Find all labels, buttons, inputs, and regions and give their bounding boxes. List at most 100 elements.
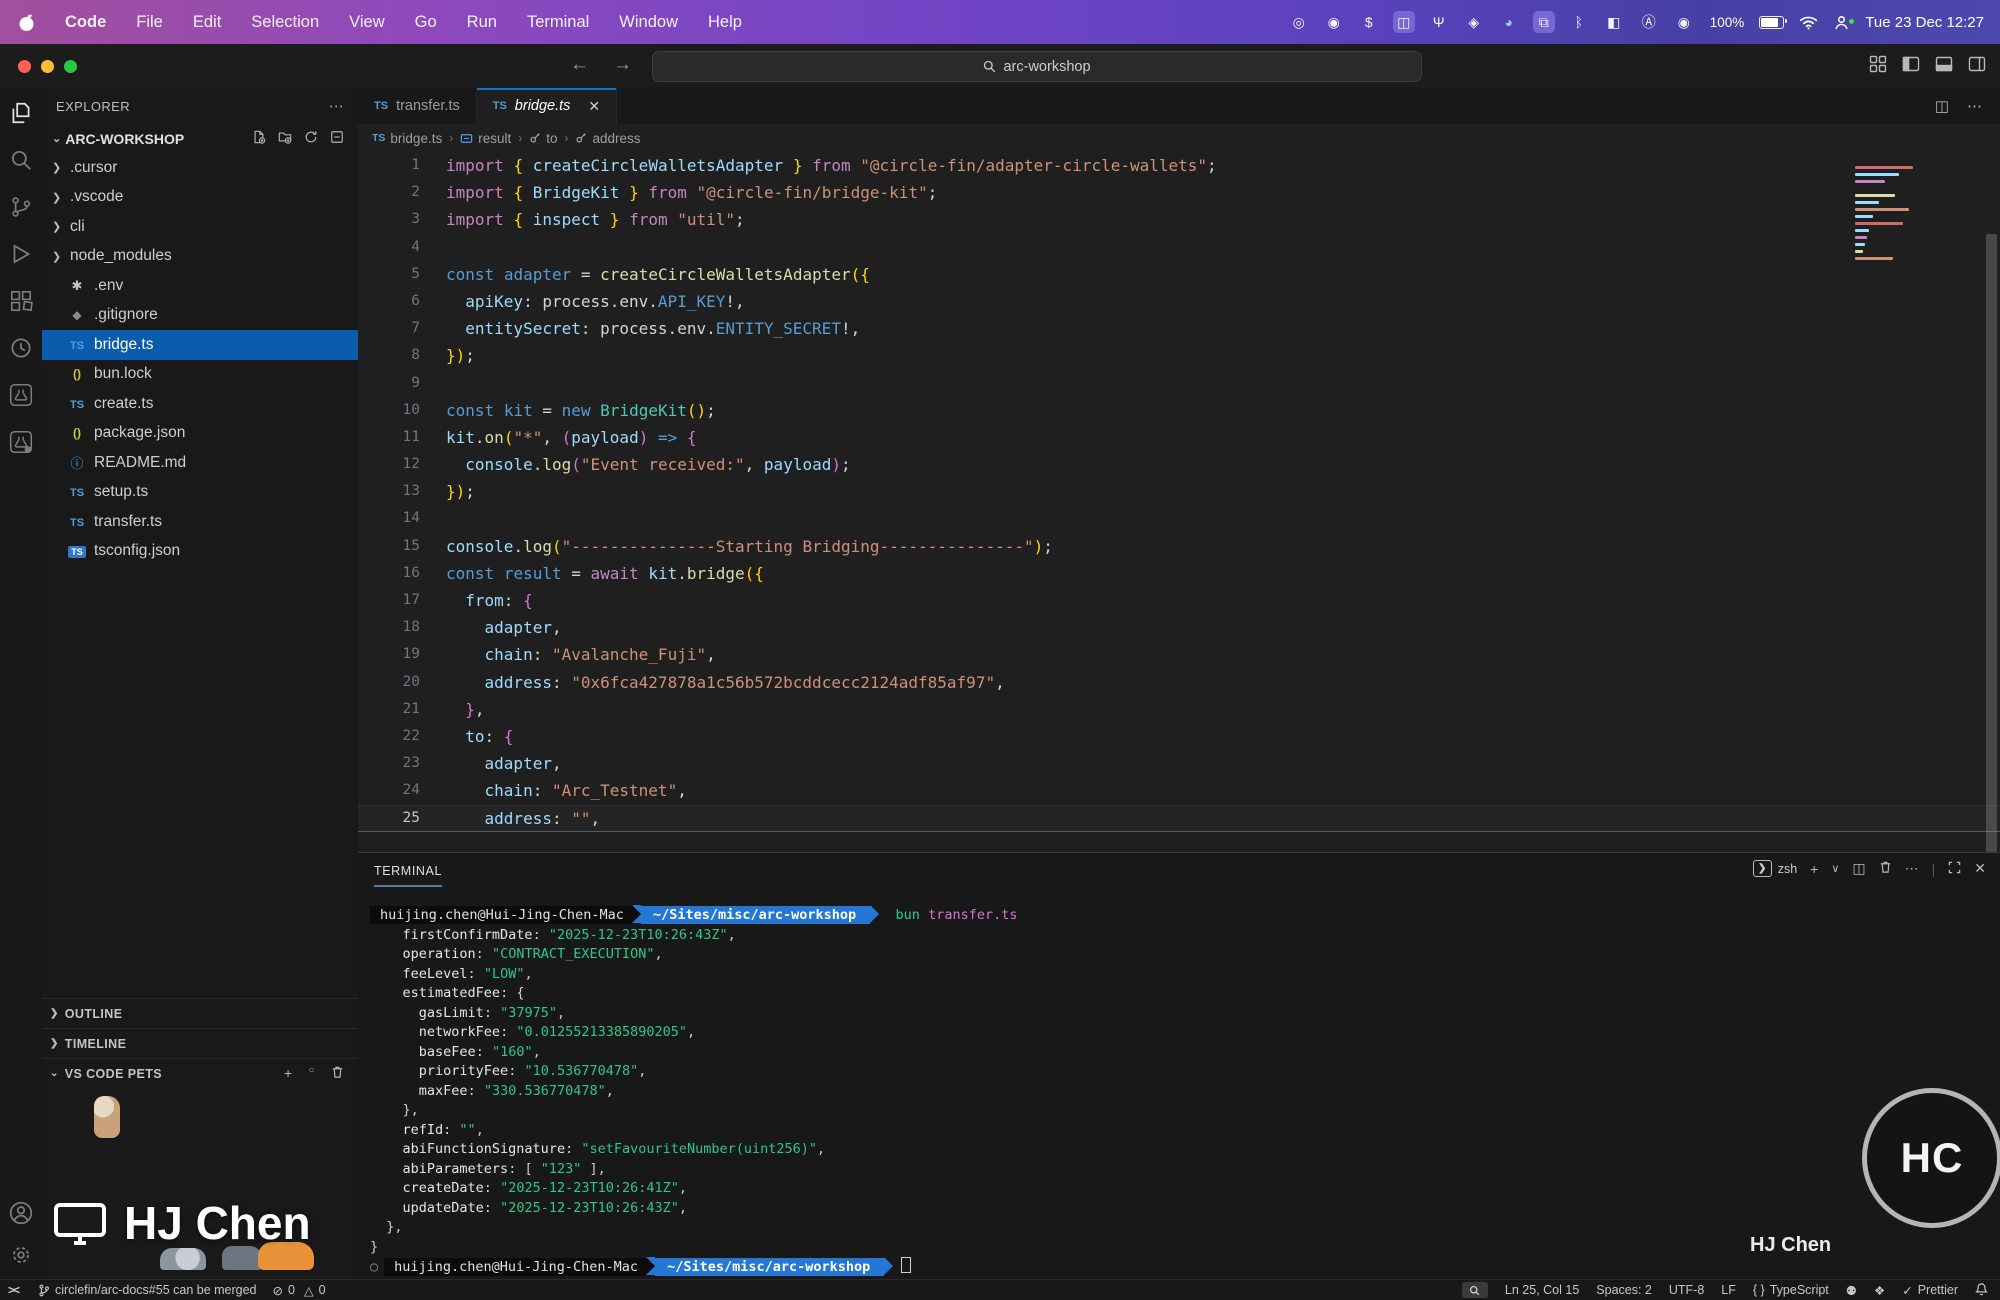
customize-layout-icon[interactable] — [1869, 55, 1887, 73]
workspace-root-row[interactable]: ⌄ ARC-WORKSHOP — [42, 124, 358, 153]
eol-sequence[interactable]: LF — [1721, 1283, 1736, 1297]
zoom-window-button[interactable] — [64, 60, 77, 73]
code-line[interactable]: 24 chain: "Arc_Testnet", — [358, 777, 2000, 804]
code-line[interactable]: 8}); — [358, 342, 2000, 369]
terminal-tab[interactable]: TERMINAL — [374, 864, 442, 887]
new-folder-icon[interactable] — [278, 130, 292, 147]
code-line[interactable]: 7 entitySecret: process.env.ENTITY_SECRE… — [358, 315, 2000, 342]
code-line[interactable]: 20 address: "0x6fca427878a1c56b572bcddce… — [358, 669, 2000, 696]
breadcrumb-item-address[interactable]: address — [575, 131, 640, 146]
file-item-setup-ts[interactable]: TSsetup.ts — [42, 478, 358, 508]
file-item--gitignore[interactable]: ◆.gitignore — [42, 301, 358, 331]
code-line[interactable]: 4 — [358, 234, 2000, 261]
problems-status[interactable]: ⊘0 △0 — [273, 1283, 326, 1298]
play-circle-icon[interactable]: ◉ — [1673, 11, 1695, 33]
menu-item-view[interactable]: View — [349, 13, 384, 32]
record-dot-icon[interactable]: ◉ — [1323, 11, 1345, 33]
refresh-icon[interactable] — [304, 130, 318, 147]
remote-indicator[interactable]: >< — [8, 1283, 22, 1297]
file-item-package-json[interactable]: ()package.json — [42, 419, 358, 449]
beaker2-icon[interactable] — [8, 429, 34, 455]
file-item-tsconfig-json[interactable]: TStsconfig.json — [42, 537, 358, 567]
minimize-window-button[interactable] — [41, 60, 54, 73]
settings-icon[interactable] — [8, 1242, 34, 1268]
timeline-section-header[interactable]: ❯ TIMELINE — [42, 1028, 358, 1058]
outline-section-header[interactable]: ❯ OUTLINE — [42, 998, 358, 1028]
pet-snail[interactable] — [160, 1248, 206, 1270]
code-line[interactable]: 18 adapter, — [358, 614, 2000, 641]
code-line[interactable]: 14 — [358, 505, 2000, 532]
menu-item-go[interactable]: Go — [415, 13, 437, 32]
tab-bridge-ts[interactable]: TSbridge.ts✕ — [477, 88, 617, 124]
code-line[interactable]: 9 — [358, 370, 2000, 397]
menu-item-code[interactable]: Code — [65, 13, 106, 32]
toggle-panel-icon[interactable] — [1935, 55, 1953, 73]
code-line[interactable]: 1import { createCircleWalletsAdapter } f… — [358, 152, 2000, 179]
wifi-icon[interactable] — [1799, 15, 1818, 30]
language-mode[interactable]: { }TypeScript — [1753, 1283, 1829, 1297]
file-item-create-ts[interactable]: TScreate.ts — [42, 389, 358, 419]
search-icon[interactable] — [8, 147, 34, 173]
maximize-panel-icon[interactable] — [1948, 861, 1961, 877]
editor-more-actions-icon[interactable]: ⋯ — [1967, 97, 1982, 115]
close-panel-icon[interactable]: ✕ — [1974, 860, 1986, 877]
copy-icon[interactable]: ⧉ — [1533, 11, 1555, 33]
breadcrumb-item-to[interactable]: to — [529, 131, 557, 146]
toggle-sidebar-icon[interactable] — [1902, 55, 1920, 73]
file-item-transfer-ts[interactable]: TStransfer.ts — [42, 507, 358, 537]
pet-hamster[interactable] — [94, 1096, 120, 1138]
code-line[interactable]: 3import { inspect } from "util"; — [358, 206, 2000, 233]
apple-icon[interactable] — [18, 13, 35, 32]
file-item-node-modules[interactable]: ❯node_modules — [42, 242, 358, 272]
swirl-icon[interactable]: ◕ — [1498, 11, 1520, 33]
menu-item-terminal[interactable]: Terminal — [527, 13, 589, 32]
command-center-search[interactable]: arc-workshop — [652, 51, 1422, 82]
user-menu-icon[interactable] — [1833, 14, 1850, 31]
input-source-icon[interactable]: Ⓐ — [1638, 11, 1660, 33]
files-icon[interactable] — [8, 100, 34, 126]
notifications-bell-icon[interactable] — [1975, 1282, 1988, 1299]
tab-transfer-ts[interactable]: TStransfer.ts — [358, 88, 477, 124]
shield-icon[interactable]: ◈ — [1463, 11, 1485, 33]
add-pet-icon[interactable]: + — [284, 1065, 293, 1082]
file-item--env[interactable]: ✱.env — [42, 271, 358, 301]
menu-item-file[interactable]: File — [136, 13, 163, 32]
code-line[interactable]: 21 }, — [358, 696, 2000, 723]
menu-item-selection[interactable]: Selection — [251, 13, 319, 32]
dollar-icon[interactable]: $ — [1358, 11, 1380, 33]
menu-item-run[interactable]: Run — [467, 13, 497, 32]
menu-clock[interactable]: Tue 23 Dec 12:27 — [1865, 14, 1984, 31]
checkmark-circle-icon[interactable]: ◎ — [1288, 11, 1310, 33]
minimap[interactable] — [1855, 166, 1933, 260]
code-line[interactable]: 17 from: { — [358, 587, 2000, 614]
code-line[interactable]: 2import { BridgeKit } from "@circle-fin/… — [358, 179, 2000, 206]
menu-item-help[interactable]: Help — [708, 13, 742, 32]
beaker-icon[interactable] — [8, 382, 34, 408]
new-file-icon[interactable] — [252, 130, 266, 147]
launch-profile-chevron-icon[interactable]: ∨ — [1831, 862, 1839, 875]
file-item-bun-lock[interactable]: ()bun.lock — [42, 360, 358, 390]
screen-share-icon[interactable]: ◫ — [1393, 11, 1415, 33]
new-terminal-icon[interactable]: + — [1810, 861, 1818, 877]
split-terminal-icon[interactable]: ◫ — [1852, 860, 1865, 877]
toggle-secondary-sidebar-icon[interactable] — [1968, 55, 1986, 73]
code-line[interactable]: 6 apiKey: process.env.API_KEY!, — [358, 288, 2000, 315]
psi-icon[interactable]: Ψ — [1428, 11, 1450, 33]
terminal-output[interactable]: huijing.chen@Hui-Jing-Chen-Mac ~/Sites/m… — [370, 905, 1992, 1277]
extension-status-icon[interactable]: ❖ — [1874, 1283, 1885, 1298]
code-editor[interactable]: 1import { createCircleWalletsAdapter } f… — [358, 152, 2000, 852]
close-tab-icon[interactable]: ✕ — [588, 98, 600, 115]
roll-call-icon[interactable]: ○ — [309, 1065, 315, 1082]
indentation[interactable]: Spaces: 2 — [1596, 1283, 1652, 1297]
vscode-pets-section-header[interactable]: ⌄ VS CODE PETS + ○ — [42, 1058, 358, 1088]
nav-back-button[interactable]: ← — [570, 54, 589, 76]
breadcrumb-item-result[interactable]: result — [460, 131, 511, 146]
encoding[interactable]: UTF-8 — [1669, 1283, 1704, 1297]
history-icon[interactable] — [8, 335, 34, 361]
file-item-readme-md[interactable]: ⓘREADME.md — [42, 448, 358, 478]
split-editor-icon[interactable]: ◫ — [1935, 97, 1949, 115]
shell-indicator[interactable]: ❯ zsh — [1753, 860, 1797, 877]
code-line[interactable]: 22 to: { — [358, 723, 2000, 750]
menu-item-edit[interactable]: Edit — [193, 13, 221, 32]
terminal-more-actions-icon[interactable]: ⋯ — [1905, 860, 1919, 877]
